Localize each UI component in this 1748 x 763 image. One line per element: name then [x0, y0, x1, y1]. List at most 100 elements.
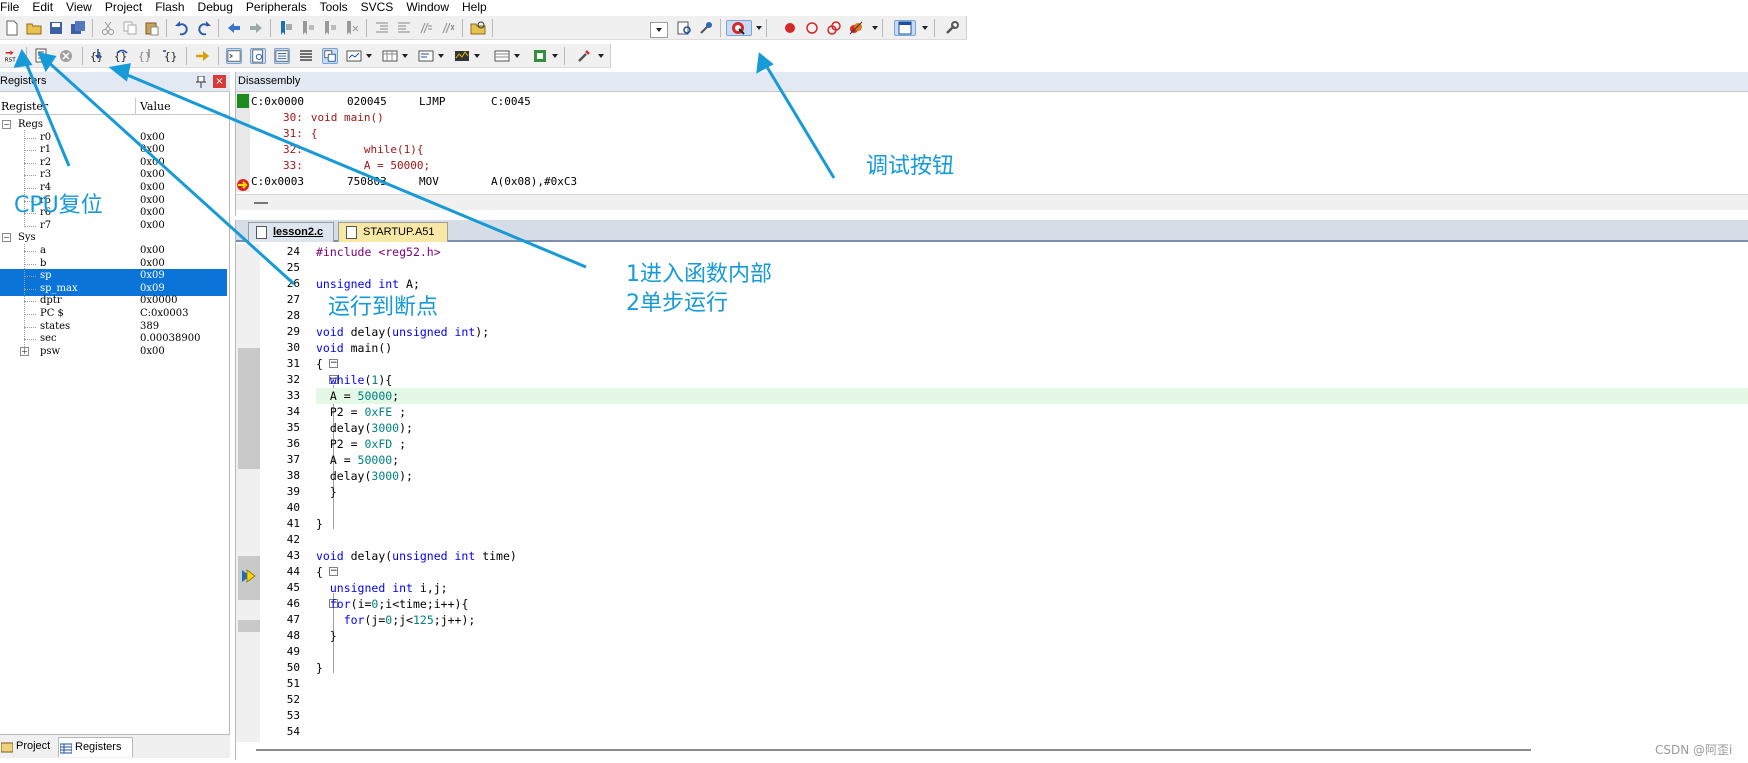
breakpoint-gutter[interactable]: [236, 244, 260, 752]
undo-icon[interactable]: [174, 20, 190, 36]
incremental-find-icon[interactable]: [676, 20, 692, 36]
code-line[interactable]: [316, 676, 1748, 692]
tab-project[interactable]: Project: [0, 737, 56, 757]
step-over-button[interactable]: {}: [114, 48, 130, 64]
code-line[interactable]: [316, 692, 1748, 708]
nav-forward-icon[interactable]: [248, 20, 264, 36]
register-row[interactable]: psw 0x00 +: [0, 345, 227, 359]
code-area[interactable]: #include <reg52.h> unsigned int A; void de…: [316, 244, 1748, 752]
debug-session-button[interactable]: [726, 20, 752, 36]
step-out-button[interactable]: {}: [138, 48, 154, 64]
trace-dropdown-icon[interactable]: [514, 54, 520, 58]
tab-lesson2-c[interactable]: lesson2.c: [248, 222, 334, 242]
toolbox-dropdown-icon[interactable]: [598, 54, 604, 58]
copy-icon[interactable]: [122, 20, 138, 36]
debug-dropdown-icon[interactable]: [756, 26, 762, 30]
tab-registers[interactable]: Registers: [58, 737, 133, 757]
disasm-source-line[interactable]: 30: void main(): [251, 110, 384, 126]
menu-project[interactable]: Project: [99, 0, 149, 14]
code-line[interactable]: while(1){: [316, 372, 1748, 388]
stop-button[interactable]: [58, 48, 74, 64]
code-line[interactable]: }: [316, 516, 1748, 532]
save-all-icon[interactable]: [70, 20, 86, 36]
uncomment-icon[interactable]: [440, 20, 456, 36]
code-line[interactable]: for(j=0;j<125;j++);: [316, 612, 1748, 628]
bookmark-next-icon[interactable]: [322, 20, 338, 36]
code-line[interactable]: }: [316, 660, 1748, 676]
editor-hscrollbar[interactable]: [236, 742, 1748, 758]
menu-peripherals[interactable]: Peripherals: [240, 0, 314, 14]
registers-window-button[interactable]: [298, 48, 314, 64]
code-line[interactable]: [316, 724, 1748, 740]
system-viewer-dropdown-icon[interactable]: [552, 54, 558, 58]
comment-icon[interactable]: [418, 20, 434, 36]
collapse-icon[interactable]: −: [2, 120, 11, 129]
menu-window[interactable]: Window: [400, 0, 456, 14]
find-in-files-icon[interactable]: [470, 20, 486, 36]
close-icon[interactable]: ×: [213, 75, 226, 88]
code-line[interactable]: unsigned int i,j;: [316, 580, 1748, 596]
menu-help[interactable]: Help: [456, 0, 494, 14]
insert-breakpoint-icon[interactable]: [782, 20, 798, 36]
open-folder-icon[interactable]: [26, 20, 42, 36]
code-line[interactable]: }: [316, 484, 1748, 500]
menu-svcs[interactable]: SVCS: [355, 0, 401, 14]
disasm-source-line[interactable]: 31: {: [251, 126, 318, 142]
code-line[interactable]: [316, 292, 1748, 308]
cpu-reset-button[interactable]: RST: [2, 48, 22, 64]
symbols-window-button[interactable]: [274, 48, 290, 64]
code-line[interactable]: P2 = 0xFE ;: [316, 404, 1748, 420]
step-into-button[interactable]: {}: [90, 48, 106, 64]
system-viewer-button[interactable]: [532, 48, 548, 64]
menu-tools[interactable]: Tools: [314, 0, 355, 14]
indent-icon[interactable]: [374, 20, 390, 36]
enable-breakpoint-icon[interactable]: [804, 20, 820, 36]
kill-all-breakpoints-icon[interactable]: [848, 20, 864, 36]
code-line[interactable]: [316, 708, 1748, 724]
code-line[interactable]: delay(3000);: [316, 420, 1748, 436]
code-line[interactable]: unsigned int A;: [316, 276, 1748, 292]
disassembly-hscrollbar[interactable]: [236, 194, 1748, 210]
watch-windows-button[interactable]: [346, 48, 362, 64]
code-line[interactable]: P2 = 0xFD ;: [316, 436, 1748, 452]
paste-icon[interactable]: [144, 20, 160, 36]
configure-icon[interactable]: [944, 20, 960, 36]
new-file-icon[interactable]: [4, 20, 20, 36]
show-next-statement-icon[interactable]: [194, 48, 210, 64]
code-line[interactable]: #include <reg52.h>: [316, 244, 1748, 260]
layout-dropdown-icon[interactable]: [922, 26, 928, 30]
call-stack-window-button[interactable]: [322, 48, 338, 64]
run-button[interactable]: [34, 48, 50, 64]
code-line[interactable]: delay(3000);: [316, 468, 1748, 484]
bookmark-prev-icon[interactable]: [300, 20, 316, 36]
code-line[interactable]: [316, 500, 1748, 516]
serial-window-button[interactable]: [418, 48, 434, 64]
trace-window-button[interactable]: [494, 48, 510, 64]
bookmark-clear-icon[interactable]: [344, 20, 360, 36]
redo-icon[interactable]: [196, 20, 212, 36]
analysis-window-button[interactable]: [454, 48, 470, 64]
code-line[interactable]: [316, 308, 1748, 324]
code-line[interactable]: [316, 644, 1748, 660]
menu-debug[interactable]: Debug: [192, 0, 240, 14]
code-line[interactable]: {: [316, 356, 1748, 372]
code-line[interactable]: void main(): [316, 340, 1748, 356]
code-line[interactable]: A = 50000;: [316, 452, 1748, 468]
memory-window-button[interactable]: [382, 48, 398, 64]
menu-flash[interactable]: Flash: [149, 0, 191, 14]
tab-startup-a51[interactable]: STARTUP.A51: [338, 222, 448, 242]
code-line[interactable]: }: [316, 628, 1748, 644]
toolbox-button[interactable]: [576, 48, 592, 64]
memory-dropdown-icon[interactable]: [402, 54, 408, 58]
bookmark-toggle-icon[interactable]: [278, 20, 294, 36]
command-window-button[interactable]: [226, 48, 242, 64]
code-line[interactable]: A = 50000;: [316, 388, 1748, 404]
menu-edit[interactable]: Edit: [26, 0, 60, 14]
code-line[interactable]: [316, 532, 1748, 548]
pin-icon[interactable]: [196, 75, 206, 88]
cut-icon[interactable]: [100, 20, 116, 36]
browse-icon[interactable]: [698, 20, 714, 36]
code-line[interactable]: void delay(unsigned int);: [316, 324, 1748, 340]
breakpoints-dropdown-icon[interactable]: [872, 26, 878, 30]
code-line[interactable]: {: [316, 564, 1748, 580]
